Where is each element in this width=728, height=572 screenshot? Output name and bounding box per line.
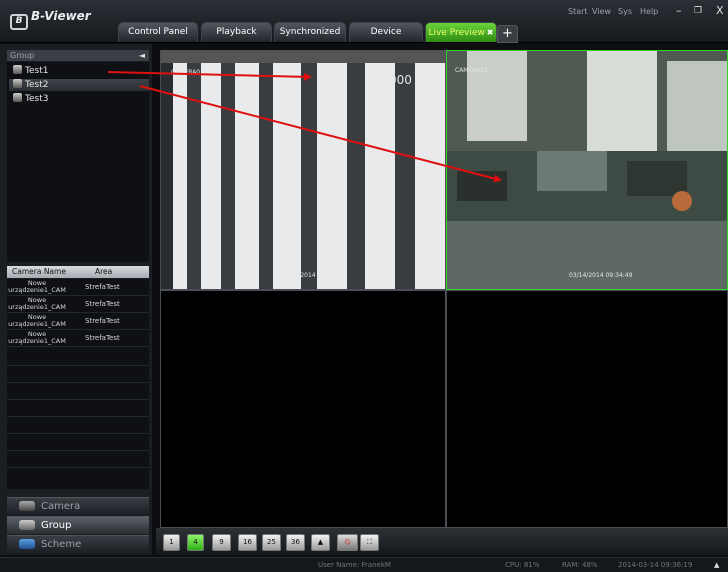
more-layouts-icon[interactable]: ▲ bbox=[311, 534, 330, 551]
status-bar: User Name: FranekM CPU: 81% RAM: 48% 201… bbox=[0, 557, 728, 572]
layout-25-button[interactable]: 25 bbox=[262, 534, 281, 551]
layout-toolbar: 1 4 9 16 25 36 ▲ ⦸ ⛶ bbox=[156, 528, 728, 555]
annotation-arrows bbox=[107, 71, 502, 183]
layout-1-button[interactable]: 1 bbox=[163, 534, 180, 551]
layout-4-button[interactable]: 4 bbox=[187, 534, 204, 551]
layout-9-button[interactable]: 9 bbox=[212, 534, 231, 551]
fullscreen-icon[interactable]: ⛶ bbox=[360, 534, 379, 551]
arrow-test2-to-cell2 bbox=[139, 85, 502, 183]
status-cpu: CPU: 81% bbox=[505, 561, 540, 569]
status-datetime: 2014-03-14 09:36:19 bbox=[618, 561, 693, 569]
stop-recording-icon[interactable]: ⦸ bbox=[337, 534, 358, 551]
status-ram: RAM: 48% bbox=[562, 561, 598, 569]
layout-16-button[interactable]: 16 bbox=[238, 534, 257, 551]
status-user: User Name: FranekM bbox=[318, 561, 391, 569]
expand-status-icon[interactable]: ▲ bbox=[714, 558, 719, 572]
layout-36-button[interactable]: 36 bbox=[286, 534, 305, 551]
arrow-test1-to-cell1 bbox=[107, 71, 312, 81]
